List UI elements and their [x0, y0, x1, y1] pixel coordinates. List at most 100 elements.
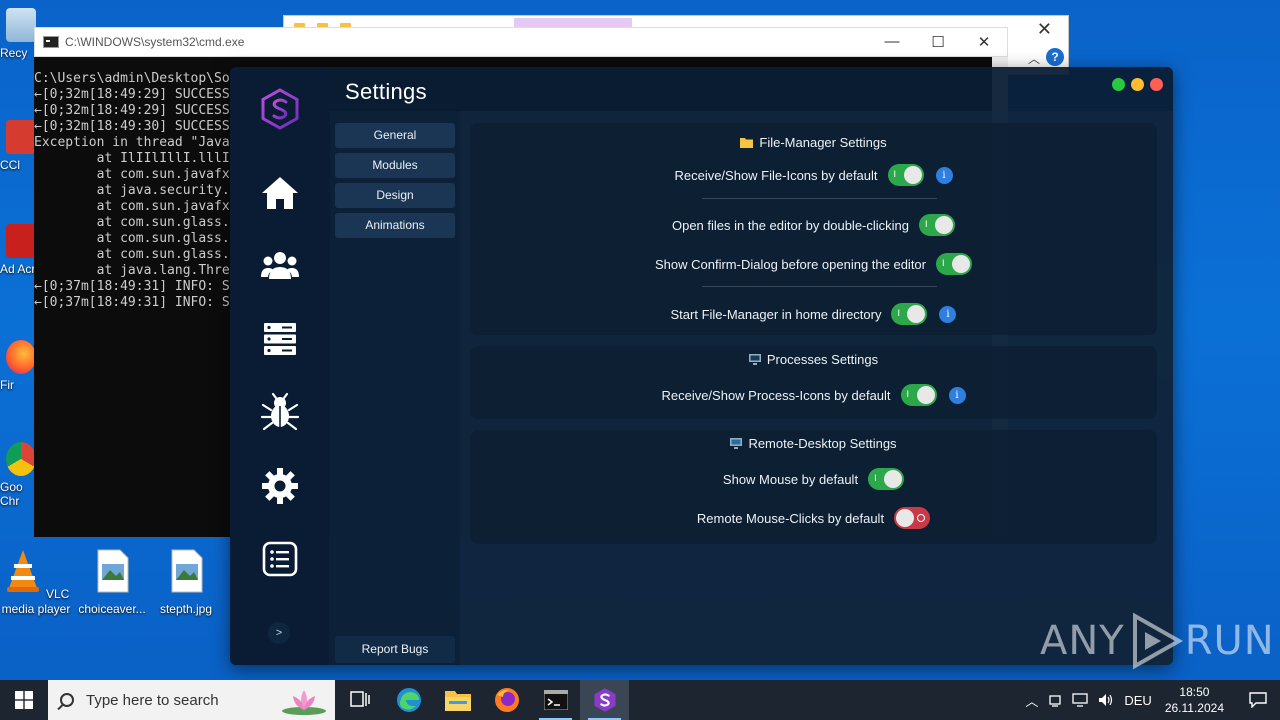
double-click-editor-toggle[interactable]: I: [919, 214, 956, 236]
maximize-button[interactable]: ☐: [915, 33, 961, 51]
close-button[interactable]: ✕: [961, 33, 1007, 51]
settings-sub-nav: General Modules Design Animations Report…: [330, 111, 460, 665]
desktop-icon-choiceaver[interactable]: choiceaver...: [76, 548, 148, 617]
users-icon[interactable]: [260, 245, 300, 285]
firefox-icon: [6, 340, 36, 374]
cmd-icon: [543, 690, 568, 710]
cmd-line: ←[0;32m[18:49:29] SUCCESS: [34, 87, 230, 102]
search-placeholder: Type here to search: [86, 691, 219, 709]
setting-row: Remote Mouse-Clicks by default: [470, 507, 1157, 529]
server-icon[interactable]: [260, 319, 300, 359]
desktop-icon-stepth[interactable]: stepth.jpg: [150, 548, 222, 617]
gear-icon[interactable]: [260, 466, 300, 506]
section-title: File-Manager Settings: [470, 135, 1157, 150]
setting-label: Remote Mouse-Clicks by default: [696, 510, 885, 526]
chevron-up-icon[interactable]: ︿: [1028, 50, 1040, 67]
taskbar-edge[interactable]: [384, 680, 433, 720]
edge-icon: [396, 688, 421, 712]
section-title-text: Remote-Desktop Settings: [748, 436, 897, 451]
settings-content: File-Manager Settings Receive/Show File-…: [460, 111, 1173, 665]
monitor-icon: [748, 354, 761, 365]
home-icon[interactable]: [260, 173, 300, 213]
start-button[interactable]: [0, 680, 48, 720]
close-dot-button[interactable]: [1150, 78, 1163, 91]
cmd-icon: [43, 36, 59, 48]
task-view-icon: [349, 691, 370, 707]
remote-mouse-clicks-toggle[interactable]: [894, 507, 931, 529]
notification-icon: [1249, 692, 1267, 708]
section-title-text: File-Manager Settings: [759, 135, 887, 150]
tab-general[interactable]: General: [335, 123, 455, 148]
ccleaner-icon: [6, 120, 36, 154]
folder-icon: [444, 691, 471, 711]
cmd-line: at com.sun.glass.: [34, 247, 230, 262]
task-view-button[interactable]: [335, 680, 384, 720]
windows-icon: [15, 691, 33, 709]
cmd-line: ←[0;37m[18:49:31] INFO: S: [34, 295, 230, 310]
clock-date: 26.11.2024: [1164, 701, 1224, 715]
info-icon[interactable]: i: [935, 166, 953, 184]
play-icon: [1132, 612, 1183, 670]
setting-label: Receive/Show File-Icons by default: [674, 167, 878, 183]
process-icons-toggle[interactable]: I: [900, 384, 937, 406]
vlc-icon: [6, 550, 39, 592]
taskbar: Type here to search ︿ DEU 18:50 26.11.20…: [0, 680, 1280, 720]
home-directory-toggle[interactable]: I: [891, 303, 928, 325]
cmd-output: C:\Users\admin\Desktop\So ←[0;32m[18:49:2…: [34, 71, 230, 311]
info-icon[interactable]: i: [939, 305, 957, 323]
cmd-titlebar[interactable]: C:\WINDOWS\system32\cmd.exe — ☐ ✕: [34, 27, 1008, 57]
explorer-close-button[interactable]: ✕: [1037, 19, 1052, 40]
setting-row: Receive/Show File-Icons by default I i: [470, 164, 1157, 186]
cmd-line: at com.sun.javafx: [34, 167, 230, 182]
cmd-line: at com.sun.glass.: [34, 215, 230, 230]
show-mouse-toggle[interactable]: I: [868, 468, 905, 490]
cmd-line: at com.sun.glass.: [34, 231, 230, 246]
taskbar-cmd[interactable]: [531, 680, 580, 720]
tab-modules[interactable]: Modules: [335, 153, 455, 178]
maximize-dot-button[interactable]: [1112, 78, 1125, 91]
processes-settings-card: Processes Settings Receive/Show Process-…: [470, 346, 1157, 419]
sidebar-collapse-button[interactable]: >: [268, 622, 290, 644]
notifications-button[interactable]: [1236, 680, 1280, 720]
minimize-button[interactable]: —: [869, 33, 915, 51]
network-status-icon[interactable]: [1048, 693, 1062, 707]
monitor-icon[interactable]: [1072, 693, 1089, 707]
taskbar-file-explorer[interactable]: [433, 680, 482, 720]
image-file-icon: [171, 549, 203, 593]
language-indicator[interactable]: DEU: [1124, 693, 1151, 708]
desktop-icon-label: CCl: [0, 158, 20, 172]
taskbar-settings-app[interactable]: [580, 680, 629, 720]
chrome-icon: [6, 442, 36, 476]
minimize-dot-button[interactable]: [1131, 78, 1144, 91]
monitor-icon: [730, 438, 743, 449]
setting-label: Open files in the editor by double-click…: [671, 217, 910, 233]
list-icon[interactable]: [260, 539, 300, 579]
desktop-icon-label: Fir: [0, 378, 14, 392]
settings-app-window[interactable]: > Settings General Modules Design Animat…: [230, 67, 1173, 665]
divider: [702, 198, 937, 199]
help-icon[interactable]: ?: [1046, 48, 1064, 66]
cmd-line: ←[0;32m[18:49:29] SUCCESS: [34, 103, 230, 118]
image-file-icon: [97, 549, 129, 593]
cmd-line: at IlIIlIllI.lllI: [34, 151, 230, 166]
clock[interactable]: 18:50 26.11.2024: [1165, 684, 1224, 716]
report-bugs-button[interactable]: Report Bugs: [335, 636, 455, 663]
volume-icon[interactable]: [1098, 693, 1114, 707]
lotus-icon: [282, 690, 326, 715]
recycle-bin-icon: [6, 8, 36, 42]
file-manager-settings-card: File-Manager Settings Receive/Show File-…: [470, 123, 1157, 335]
taskbar-firefox[interactable]: [482, 680, 531, 720]
file-icons-toggle[interactable]: I: [887, 164, 924, 186]
bug-icon[interactable]: [260, 392, 300, 432]
section-title: Processes Settings: [470, 352, 1157, 367]
desktop-icon-vlc[interactable]: VLC media player: [0, 548, 72, 617]
taskbar-search-box[interactable]: Type here to search: [48, 680, 335, 720]
confirm-dialog-toggle[interactable]: I: [936, 253, 972, 275]
chevron-up-icon[interactable]: ︿: [1025, 691, 1038, 710]
tab-design[interactable]: Design: [335, 183, 455, 208]
tab-animations[interactable]: Animations: [335, 213, 455, 238]
app-logo-icon: [593, 688, 616, 712]
cmd-line: ←[0;37m[18:49:31] INFO: S: [34, 279, 230, 294]
info-icon[interactable]: i: [948, 386, 966, 404]
cmd-line: at java.security.: [34, 183, 230, 198]
